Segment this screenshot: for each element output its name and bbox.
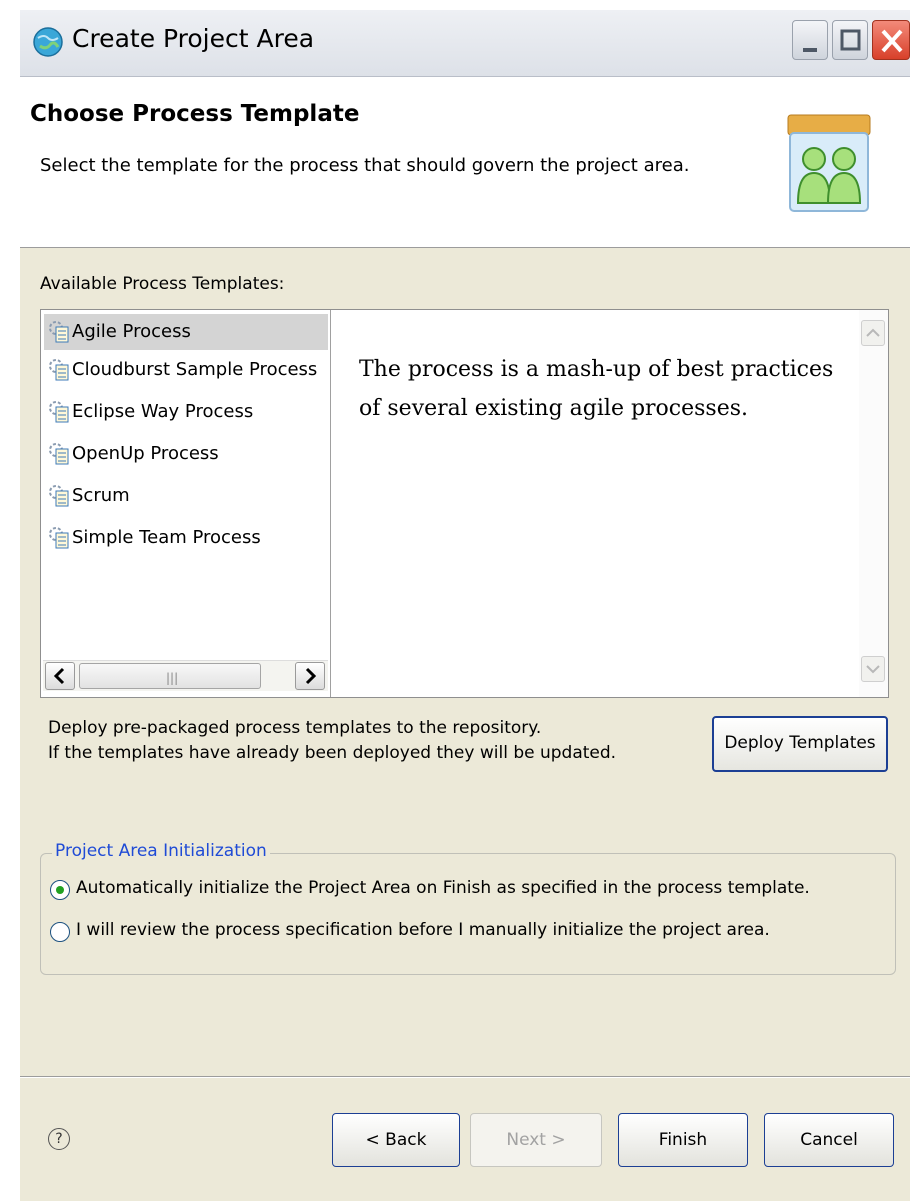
create-project-area-dialog: Create Project Area Choose Process Templ…: [20, 10, 910, 1201]
radio-manual-label: I will review the process specification …: [76, 920, 770, 940]
template-list-hscrollbar[interactable]: |||: [43, 660, 328, 691]
template-list[interactable]: Agile Process Cloudburst Sample Process …: [41, 310, 331, 697]
maximize-button[interactable]: [832, 20, 868, 60]
radio-auto-label: Automatically initialize the Project Are…: [76, 878, 810, 898]
page-description: Select the template for the process that…: [40, 155, 690, 176]
title-bar[interactable]: Create Project Area: [20, 10, 910, 77]
template-description-area: The process is a mash-up of best practic…: [331, 310, 851, 697]
process-template-icon: [49, 527, 69, 549]
cancel-button[interactable]: Cancel: [764, 1113, 894, 1167]
scroll-left-button[interactable]: [45, 662, 75, 690]
wizard-header: Choose Process Template Select the templ…: [20, 77, 910, 248]
scroll-down-button[interactable]: [861, 656, 885, 682]
project-team-icon: [787, 114, 871, 212]
template-description: The process is a mash-up of best practic…: [359, 357, 834, 421]
template-label: Simple Team Process: [72, 527, 261, 548]
process-template-icon: [49, 359, 69, 381]
deploy-templates-button[interactable]: Deploy Templates: [712, 716, 888, 772]
chevron-right-icon: [305, 667, 317, 685]
scroll-right-button[interactable]: [295, 662, 325, 690]
radio-dot-icon: [56, 886, 64, 894]
deploy-info: Deploy pre-packaged process templates to…: [48, 716, 616, 766]
grip-icon: |||: [166, 671, 179, 685]
template-label: Eclipse Way Process: [72, 401, 254, 422]
process-template-icon: [49, 321, 69, 343]
chevron-up-icon: [866, 328, 880, 337]
deploy-info-line2: If the templates have already been deplo…: [48, 743, 617, 763]
template-label: Cloudburst Sample Process: [72, 359, 318, 380]
description-vscrollbar[interactable]: [859, 310, 888, 697]
initialization-group: [40, 853, 896, 975]
template-item-cloudburst[interactable]: Cloudburst Sample Process: [44, 352, 328, 388]
maximize-icon: [840, 29, 861, 51]
process-template-icon: [49, 485, 69, 507]
process-template-icon: [49, 401, 69, 423]
chevron-left-icon: [53, 667, 65, 685]
footer-divider-highlight: [20, 1077, 910, 1078]
initialization-legend: Project Area Initialization: [52, 841, 270, 861]
radio-button-checked[interactable]: [50, 880, 70, 900]
template-label: Scrum: [72, 485, 130, 506]
radio-button-unchecked[interactable]: [50, 922, 70, 942]
scroll-up-button[interactable]: [861, 320, 885, 346]
template-item-scrum[interactable]: Scrum: [44, 478, 328, 514]
minimize-button[interactable]: [792, 20, 828, 60]
next-button[interactable]: Next >: [470, 1113, 602, 1167]
available-templates-label: Available Process Templates:: [40, 274, 285, 294]
close-button[interactable]: [872, 20, 910, 60]
template-item-simple-team[interactable]: Simple Team Process: [44, 520, 328, 556]
templates-panel: Agile Process Cloudburst Sample Process …: [40, 309, 889, 698]
scroll-thumb[interactable]: |||: [79, 663, 261, 689]
window-title: Create Project Area: [72, 24, 315, 53]
globe-icon: [33, 27, 63, 57]
close-icon: [881, 29, 903, 53]
template-item-agile[interactable]: Agile Process: [44, 314, 328, 350]
template-label: Agile Process: [72, 321, 191, 342]
page-title: Choose Process Template: [30, 101, 360, 127]
template-item-eclipse-way[interactable]: Eclipse Way Process: [44, 394, 328, 430]
template-label: OpenUp Process: [72, 443, 219, 464]
deploy-info-line1: Deploy pre-packaged process templates to…: [48, 718, 542, 738]
process-template-icon: [49, 443, 69, 465]
template-item-openup[interactable]: OpenUp Process: [44, 436, 328, 472]
minimize-icon: [803, 48, 817, 52]
help-icon[interactable]: ?: [48, 1128, 70, 1150]
finish-button[interactable]: Finish: [618, 1113, 748, 1167]
back-button[interactable]: < Back: [332, 1113, 460, 1167]
chevron-down-icon: [866, 665, 880, 674]
